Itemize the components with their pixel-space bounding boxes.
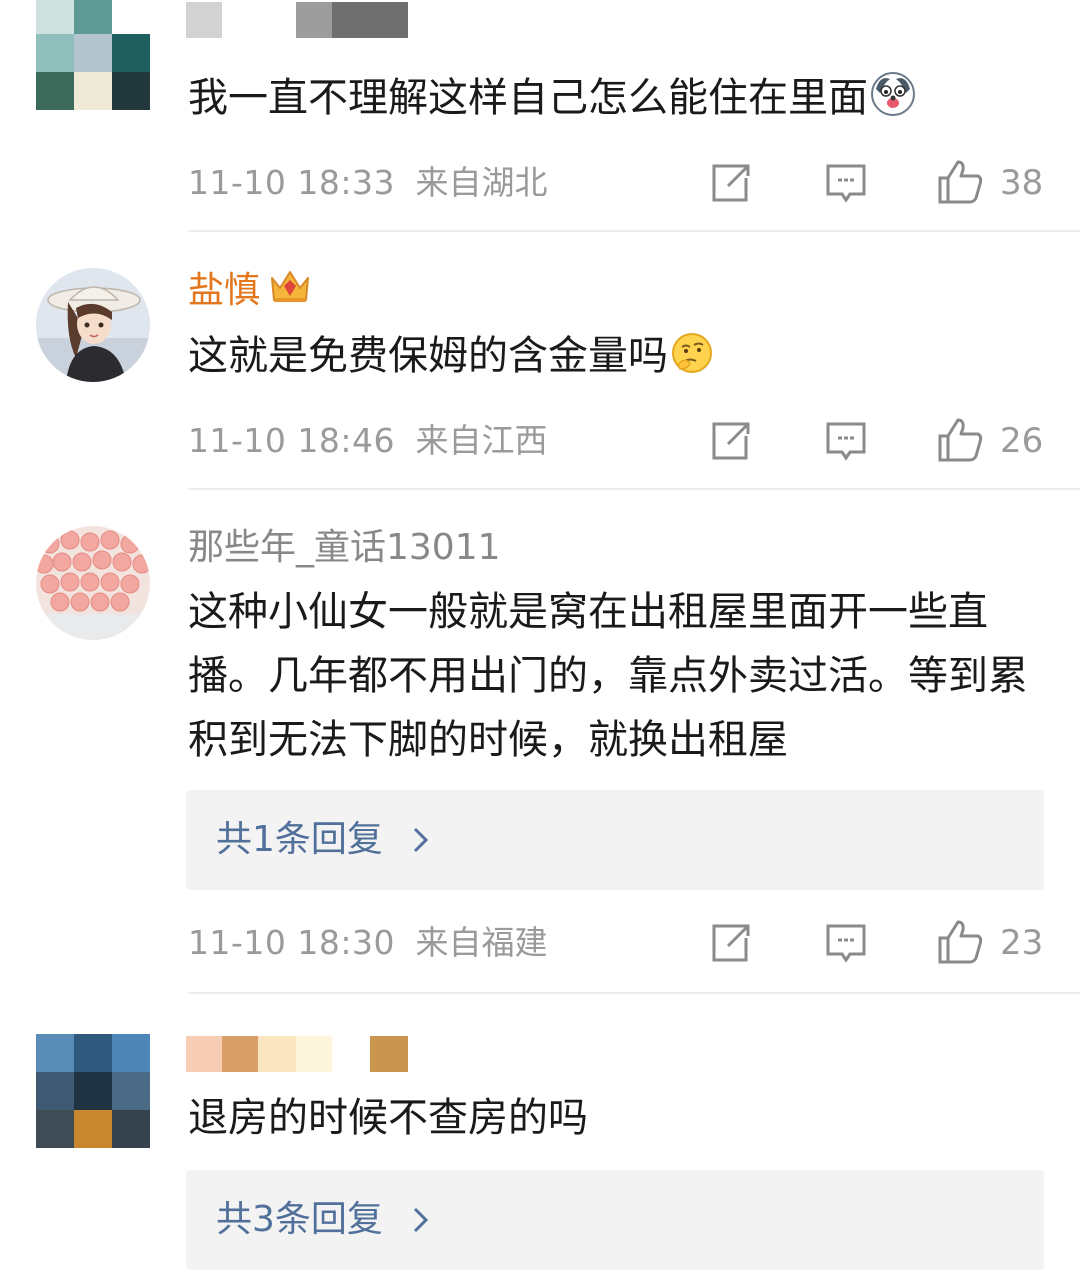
- divider: [188, 992, 1080, 994]
- comment-text: 这就是免费保姆的含金量吗: [188, 324, 1058, 394]
- comment-icon[interactable]: [824, 922, 868, 980]
- comment-text: 我一直不理解这样自己怎么能住在里面: [188, 66, 1058, 136]
- share-icon[interactable]: [708, 420, 752, 476]
- comment-icon[interactable]: [824, 162, 868, 220]
- username-mosaic: [186, 1036, 408, 1072]
- like-icon[interactable]: [936, 918, 986, 980]
- avatar[interactable]: [36, 0, 150, 110]
- comment-location: 来自江西: [415, 421, 548, 460]
- avatar-mosaic: [36, 0, 150, 110]
- divider: [188, 230, 1080, 232]
- comment-icon[interactable]: [824, 420, 868, 478]
- shocked-dog-emoji-icon: [870, 71, 916, 136]
- comment-time: 11-10 18:30: [188, 923, 395, 962]
- comment-location: 来自湖北: [415, 163, 548, 202]
- comment-text: 这种小仙女一般就是窝在出租屋里面开一些直播。几年都不用出门的，靠点外卖过活。等到…: [188, 589, 1028, 763]
- chevron-right-icon: [412, 1206, 430, 1238]
- avatar[interactable]: [36, 1034, 150, 1148]
- share-icon[interactable]: [708, 162, 752, 218]
- view-replies-button[interactable]: 共1条回复: [186, 790, 1044, 890]
- comment-time: 11-10 18:33: [188, 163, 395, 202]
- replies-count-label: 共3条回复: [216, 1199, 383, 1240]
- avatar[interactable]: [36, 268, 150, 382]
- username[interactable]: 那些年_童话13011: [188, 526, 501, 570]
- comment-meta: 11-10 18:33 来自湖北 38: [188, 158, 1048, 208]
- comment-text-body: 这就是免费保姆的含金量吗: [188, 333, 668, 379]
- comment-location: 来自福建: [415, 923, 548, 962]
- roses-avatar-image: [36, 526, 150, 640]
- view-replies-button[interactable]: 共3条回复: [186, 1170, 1044, 1270]
- divider: [188, 488, 1080, 490]
- like-icon[interactable]: [936, 158, 986, 220]
- thinking-face-emoji-icon: [670, 330, 714, 394]
- comment-meta: 11-10 18:46 来自江西 26: [188, 416, 1048, 466]
- username-mosaic: [186, 2, 446, 38]
- replies-count-label: 共1条回复: [216, 819, 383, 860]
- comment-time: 11-10 18:46: [188, 421, 395, 460]
- like-count: 23: [1000, 923, 1044, 963]
- crown-icon: [268, 266, 312, 317]
- comment-text: 退房的时候不查房的吗: [188, 1095, 588, 1141]
- avatar-illustration: [36, 268, 150, 382]
- like-count: 26: [1000, 421, 1044, 461]
- chevron-right-icon: [412, 826, 430, 858]
- avatar[interactable]: [36, 526, 150, 640]
- comment-text-body: 我一直不理解这样自己怎么能住在里面: [188, 75, 868, 121]
- like-icon[interactable]: [936, 416, 986, 478]
- avatar-mosaic: [36, 1034, 150, 1148]
- username[interactable]: 盐慎: [188, 266, 312, 317]
- comment-meta: 11-10 18:30 来自福建 23: [188, 918, 1048, 968]
- share-icon[interactable]: [708, 922, 752, 978]
- username-text: 盐慎: [188, 270, 261, 311]
- like-count: 38: [1000, 163, 1044, 203]
